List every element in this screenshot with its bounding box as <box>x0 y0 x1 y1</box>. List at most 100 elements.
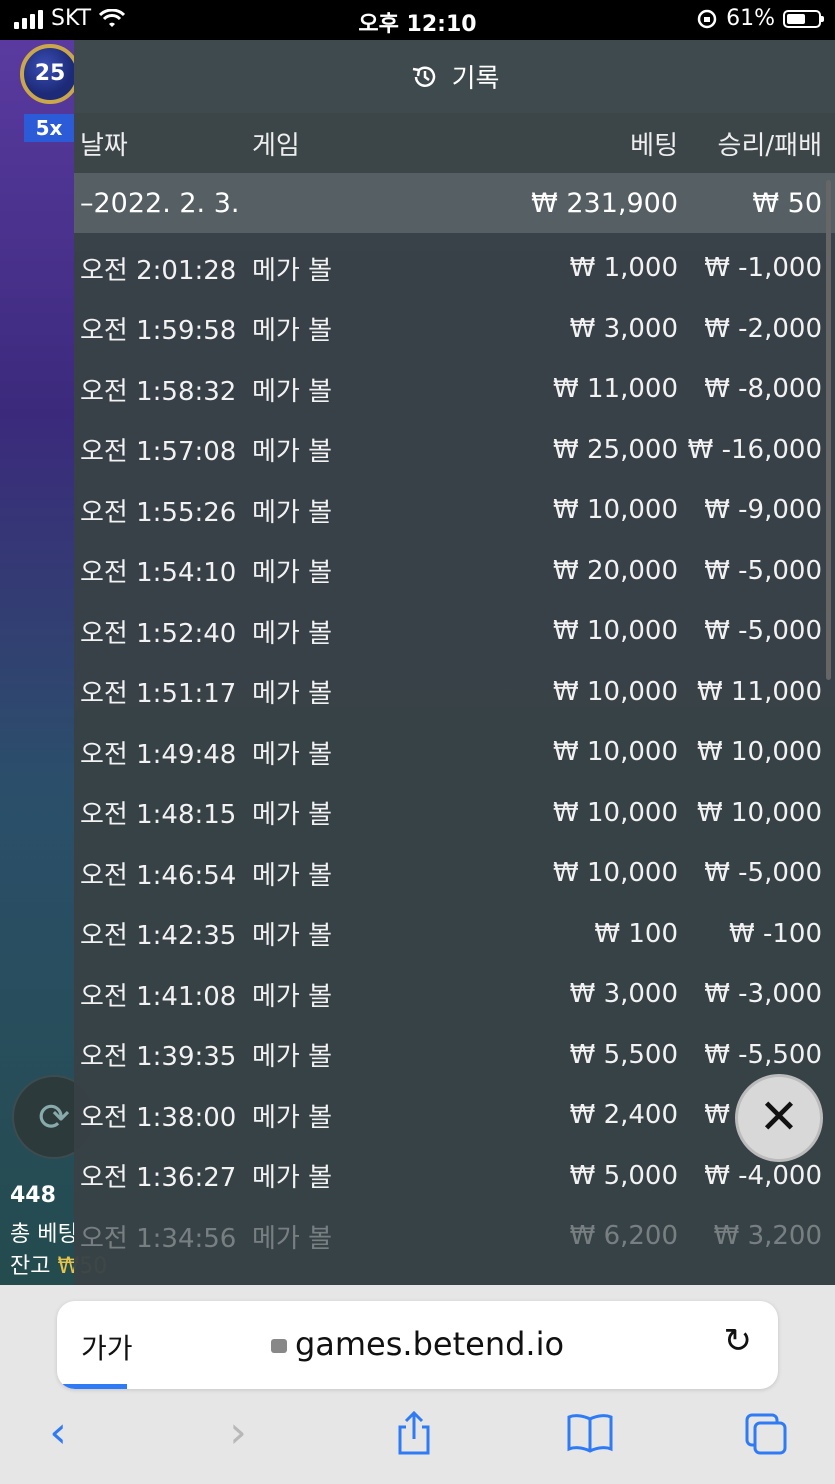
row-win-loss: ₩ -5,500 <box>704 1039 822 1070</box>
row-bet: ₩ 10,000 <box>553 797 678 828</box>
row-win-loss: ₩ 11,000 <box>697 676 822 707</box>
history-row[interactable]: 오전 1:41:08 메가 볼 ₩ 3,000 ₩ -3,000 <box>74 964 835 1025</box>
row-time: 오전 1:52:40 <box>80 618 237 649</box>
history-row[interactable]: 오전 1:52:40 메가 볼 ₩ 10,000 ₩ -5,000 <box>74 601 835 662</box>
history-row[interactable]: 오전 1:59:58 메가 볼 ₩ 3,000 ₩ -2,000 <box>74 299 835 360</box>
row-bet: ₩ 3,000 <box>569 313 678 344</box>
tabs-icon[interactable] <box>736 1403 796 1463</box>
row-win-loss: ₩ -5,000 <box>704 858 822 889</box>
close-button[interactable]: ✕ <box>735 1074 823 1162</box>
status-right: 61% <box>696 6 824 31</box>
row-win-loss: ₩ -2,000 <box>704 313 822 344</box>
row-bet: ₩ 10,000 <box>553 495 678 526</box>
row-time: 오전 1:58:32 <box>80 376 237 407</box>
row-time: 오전 1:51:17 <box>80 679 237 710</box>
history-row[interactable]: 오전 1:46:54 메가 볼 ₩ 10,000 ₩ -5,000 <box>74 843 835 904</box>
row-bet: ₩ 10,000 <box>553 676 678 707</box>
row-win-loss: ₩ -9,000 <box>704 495 822 526</box>
row-game: 메가 볼 <box>252 679 333 710</box>
row-time: 오전 1:49:48 <box>80 739 237 770</box>
date-summary-row[interactable]: –2022. 2. 3. ₩ 231,900 ₩ 50 <box>74 173 835 233</box>
battery-fill <box>787 13 805 24</box>
row-bet: ₩ 11,000 <box>553 374 678 405</box>
row-time: 오전 1:57:08 <box>80 437 237 468</box>
row-win-loss: ₩ -5,000 <box>704 555 822 586</box>
browser-toolbar: ‹ › <box>0 1403 835 1473</box>
history-row[interactable]: 오전 1:57:08 메가 볼 ₩ 25,000 ₩ -16,000 <box>74 420 835 481</box>
row-time: 오전 1:55:26 <box>80 497 237 528</box>
history-row[interactable]: 오전 1:42:35 메가 볼 ₩ 100 ₩ -100 <box>74 904 835 965</box>
history-row[interactable]: 오전 1:34:56 메가 볼 ₩ 6,200 ₩ 3,200 <box>74 1206 835 1267</box>
row-game: 메가 볼 <box>252 1102 333 1133</box>
row-time: 오전 1:38:00 <box>80 1102 237 1133</box>
row-game: 메가 볼 <box>252 316 333 347</box>
col-date: 날짜 <box>80 130 128 161</box>
reload-icon[interactable]: ↻ <box>724 1321 753 1361</box>
multiplier-badge: 5x <box>24 114 74 142</box>
row-win-loss: ₩ -1,000 <box>704 253 822 284</box>
row-bet: ₩ 3,000 <box>569 979 678 1010</box>
row-bet: ₩ 5,500 <box>569 1039 678 1070</box>
status-bar: SKT 오후 12:10 61% <box>0 0 835 40</box>
row-win-loss: ₩ 10,000 <box>697 797 822 828</box>
row-game: 메가 볼 <box>252 497 333 528</box>
summary-date: –2022. 2. 3. <box>80 187 240 219</box>
row-game: 메가 볼 <box>252 255 333 286</box>
share-icon[interactable] <box>384 1403 444 1463</box>
history-row[interactable]: 오전 1:38:00메가 볼₩ 2,400₩ -1,000 <box>74 1085 835 1146</box>
level-badge: 25 <box>20 44 80 104</box>
address-bar[interactable]: 가가 games.betend.io ↻ <box>57 1301 778 1389</box>
row-win-loss: ₩ -3,000 <box>704 979 822 1010</box>
row-time: 오전 1:59:58 <box>80 316 237 347</box>
close-x-icon: ✕ <box>758 1089 800 1145</box>
history-row[interactable]: 오전 1:36:27 메가 볼 ₩ 5,000 ₩ -4,000 <box>74 1146 835 1207</box>
row-game: 메가 볼 <box>252 437 333 468</box>
row-time: 오전 1:42:35 <box>80 921 237 952</box>
bookmarks-book-icon[interactable] <box>560 1403 620 1463</box>
lock-icon <box>270 1339 287 1353</box>
row-win-loss: ₩ 10,000 <box>697 737 822 768</box>
row-bet: ₩ 1,000 <box>569 253 678 284</box>
col-bet: 베팅 <box>630 130 678 161</box>
history-row[interactable]: 오전 1:48:15 메가 볼 ₩ 10,000 ₩ 10,000 <box>74 783 835 844</box>
orientation-lock-icon <box>697 9 717 28</box>
row-time: 오전 1:48:15 <box>80 800 237 831</box>
history-row[interactable]: 오전 1:39:35 메가 볼 ₩ 5,500 ₩ -5,500 <box>74 1025 835 1086</box>
row-time: 오전 1:39:35 <box>80 1042 237 1073</box>
forward-chevron-icon[interactable]: › <box>208 1403 268 1463</box>
row-game: 메가 볼 <box>252 1223 333 1254</box>
url-display[interactable]: games.betend.io <box>57 1325 778 1363</box>
total-bet-label: 총 베팅 <box>10 1222 78 1247</box>
history-clock-icon <box>412 65 435 87</box>
row-bet: ₩ 10,000 <box>553 737 678 768</box>
history-row[interactable]: 오전 2:01:28 메가 볼 ₩ 1,000 ₩ -1,000 <box>74 238 835 299</box>
load-progress <box>57 1384 127 1389</box>
history-panel: 기록 날짜 게임 베팅 승리/패배 –2022. 2. 3. ₩ 231,900… <box>74 40 835 1285</box>
row-game: 메가 볼 <box>252 739 333 770</box>
row-game: 메가 볼 <box>252 981 333 1012</box>
history-row[interactable]: 오전 1:51:17 메가 볼 ₩ 10,000 ₩ 11,000 <box>74 662 835 723</box>
row-time: 오전 1:54:10 <box>80 558 237 589</box>
battery-icon <box>783 9 824 28</box>
history-header: 기록 <box>74 40 835 113</box>
table-header: 날짜 게임 베팅 승리/패배 <box>74 113 835 173</box>
history-row[interactable]: 오전 1:58:32 메가 볼 ₩ 11,000 ₩ -8,000 <box>74 359 835 420</box>
row-win-loss: ₩ -4,000 <box>704 1160 822 1191</box>
scrollbar[interactable] <box>826 180 831 680</box>
row-game: 메가 볼 <box>252 558 333 589</box>
row-game: 메가 볼 <box>252 618 333 649</box>
row-bet: ₩ 10,000 <box>553 858 678 889</box>
url-text: games.betend.io <box>294 1325 565 1363</box>
summary-win-loss: ₩ 50 <box>752 187 822 219</box>
row-time: 오전 1:36:27 <box>80 1163 237 1194</box>
history-row[interactable]: 오전 1:49:48 메가 볼 ₩ 10,000 ₩ 10,000 <box>74 722 835 783</box>
row-game: 메가 볼 <box>252 1163 333 1194</box>
history-rows: 오전 2:01:28 메가 볼 ₩ 1,000 ₩ -1,000 오전 1:59:58 메… <box>74 233 835 1267</box>
row-bet: ₩ 25,000 <box>553 434 678 465</box>
row-bet: ₩ 6,200 <box>569 1221 678 1252</box>
col-win-loss: 승리/패배 <box>717 130 822 161</box>
history-row[interactable]: 오전 1:54:10 메가 볼 ₩ 20,000 ₩ -5,000 <box>74 541 835 602</box>
back-chevron-icon[interactable]: ‹ <box>28 1403 88 1463</box>
history-row[interactable]: 오전 1:55:26 메가 볼 ₩ 10,000 ₩ -9,000 <box>74 480 835 541</box>
history-title: 기록 <box>451 64 500 94</box>
